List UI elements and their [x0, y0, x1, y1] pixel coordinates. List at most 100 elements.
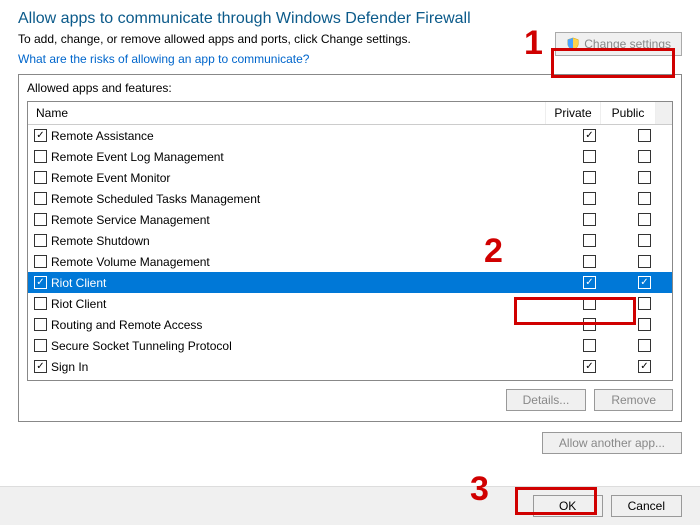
table-row[interactable]: Remote Volume Management	[28, 251, 672, 272]
public-checkbox[interactable]	[638, 339, 651, 352]
private-cell	[562, 150, 617, 163]
private-cell	[562, 171, 617, 184]
public-cell	[617, 255, 672, 268]
table-row[interactable]: Remote Service Management	[28, 209, 672, 230]
table-row[interactable]: ✓ Remote Assistance ✓	[28, 125, 672, 146]
app-name-label: Remote Shutdown	[51, 234, 150, 248]
ok-button[interactable]: OK	[533, 495, 603, 517]
row-action-buttons: Details... Remove	[27, 389, 673, 411]
public-cell: ✓	[617, 360, 672, 373]
private-checkbox[interactable]: ✓	[583, 360, 596, 373]
table-row[interactable]: ✓Riot Client✓✓	[28, 272, 672, 293]
public-checkbox[interactable]	[638, 171, 651, 184]
public-cell: ✓	[617, 276, 672, 289]
private-checkbox[interactable]	[583, 318, 596, 331]
public-cell	[617, 234, 672, 247]
private-cell: ✓	[562, 360, 617, 373]
public-cell	[617, 171, 672, 184]
private-checkbox[interactable]	[583, 213, 596, 226]
public-checkbox[interactable]	[638, 150, 651, 163]
app-enabled-checkbox[interactable]: ✓	[34, 360, 47, 373]
app-enabled-checkbox[interactable]	[34, 318, 47, 331]
public-checkbox[interactable]	[638, 318, 651, 331]
public-cell	[617, 150, 672, 163]
table-row[interactable]: Remote Event Monitor	[28, 167, 672, 188]
public-checkbox[interactable]	[638, 234, 651, 247]
details-button[interactable]: Details...	[506, 389, 587, 411]
cancel-button[interactable]: Cancel	[611, 495, 682, 517]
firewall-allowed-apps-panel: Allow apps to communicate through Window…	[0, 0, 700, 454]
private-checkbox[interactable]: ✓	[583, 276, 596, 289]
private-checkbox[interactable]: ✓	[583, 129, 596, 142]
private-checkbox[interactable]	[583, 192, 596, 205]
app-name-label: Remote Assistance	[51, 129, 154, 143]
private-cell: ✓	[562, 276, 617, 289]
private-checkbox[interactable]	[583, 255, 596, 268]
public-checkbox[interactable]	[638, 192, 651, 205]
app-name-label: Sign In	[51, 360, 88, 374]
col-header-name[interactable]: Name	[28, 102, 546, 124]
table-row[interactable]: ✓ Sign In ✓ ✓	[28, 356, 672, 377]
public-checkbox[interactable]	[638, 213, 651, 226]
app-name-label: Remote Event Monitor	[51, 171, 170, 185]
col-header-private[interactable]: Private	[546, 102, 601, 124]
public-cell	[617, 129, 672, 142]
table-row[interactable]: Riot Client	[28, 293, 672, 314]
name-cell: Remote Scheduled Tasks Management	[28, 192, 562, 206]
private-checkbox[interactable]	[583, 171, 596, 184]
risk-link[interactable]: What are the risks of allowing an app to…	[18, 52, 309, 66]
allow-another-app-button[interactable]: Allow another app...	[542, 432, 682, 454]
remove-button[interactable]: Remove	[594, 389, 673, 411]
public-checkbox[interactable]	[638, 129, 651, 142]
name-cell: ✓Riot Client	[28, 276, 562, 290]
page-title: Allow apps to communicate through Window…	[18, 10, 682, 28]
allow-another-row: Allow another app...	[18, 432, 682, 454]
public-cell	[617, 318, 672, 331]
public-cell	[617, 192, 672, 205]
private-checkbox[interactable]	[583, 339, 596, 352]
app-enabled-checkbox[interactable]	[34, 213, 47, 226]
table-row[interactable]: Remote Event Log Management	[28, 146, 672, 167]
app-enabled-checkbox[interactable]: ✓	[34, 276, 47, 289]
public-checkbox[interactable]: ✓	[638, 360, 651, 373]
app-name-label: Secure Socket Tunneling Protocol	[51, 339, 232, 353]
dialog-footer: OK Cancel	[0, 486, 700, 525]
name-cell: Remote Service Management	[28, 213, 562, 227]
app-enabled-checkbox[interactable]	[34, 339, 47, 352]
public-checkbox[interactable]	[638, 297, 651, 310]
app-enabled-checkbox[interactable]	[34, 234, 47, 247]
apps-table: Name Private Public ✓Remote Assistance✓R…	[27, 101, 673, 381]
app-name-label: Routing and Remote Access	[51, 318, 202, 332]
allowed-apps-groupbox: Allowed apps and features: Name Private …	[18, 74, 682, 422]
app-enabled-checkbox[interactable]	[34, 150, 47, 163]
app-name-label: Remote Scheduled Tasks Management	[51, 192, 260, 206]
app-name-label: Riot Client	[51, 297, 106, 311]
private-cell	[562, 192, 617, 205]
private-cell: ✓	[562, 129, 617, 142]
private-checkbox[interactable]	[583, 297, 596, 310]
table-row[interactable]: Remote Shutdown	[28, 230, 672, 251]
private-cell	[562, 318, 617, 331]
scrollbar-gutter	[656, 102, 672, 124]
table-header: Name Private Public	[28, 102, 672, 125]
app-enabled-checkbox[interactable]	[34, 255, 47, 268]
private-checkbox[interactable]	[583, 150, 596, 163]
app-enabled-checkbox[interactable]	[34, 297, 47, 310]
app-enabled-checkbox[interactable]: ✓	[34, 129, 47, 142]
private-cell	[562, 234, 617, 247]
private-checkbox[interactable]	[583, 234, 596, 247]
table-row[interactable]: Routing and Remote Access	[28, 314, 672, 335]
name-cell: Secure Socket Tunneling Protocol	[28, 339, 562, 353]
public-checkbox[interactable]: ✓	[638, 276, 651, 289]
name-cell: Remote Event Monitor	[28, 171, 562, 185]
table-row[interactable]: Secure Socket Tunneling Protocol	[28, 335, 672, 356]
col-header-public[interactable]: Public	[601, 102, 656, 124]
app-enabled-checkbox[interactable]	[34, 171, 47, 184]
table-row[interactable]: Remote Scheduled Tasks Management	[28, 188, 672, 209]
public-checkbox[interactable]	[638, 255, 651, 268]
private-cell	[562, 339, 617, 352]
app-enabled-checkbox[interactable]	[34, 192, 47, 205]
private-cell	[562, 255, 617, 268]
change-settings-button[interactable]: Change settings	[555, 32, 682, 56]
table-body[interactable]: ✓ Remote Assistance ✓ Remote Event Log Mana…	[28, 125, 672, 377]
